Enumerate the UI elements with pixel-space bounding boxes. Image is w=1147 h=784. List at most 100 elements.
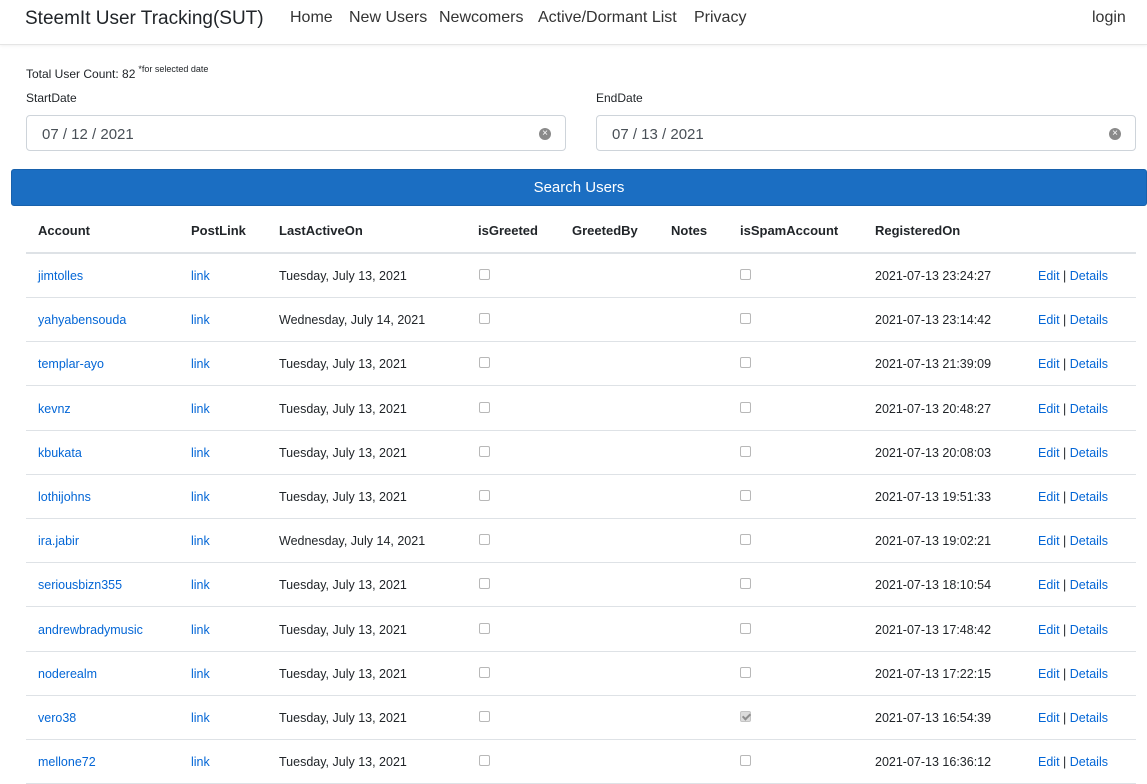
edit-link[interactable]: Edit (1038, 446, 1060, 460)
is-spam-checkbox[interactable] (740, 313, 751, 324)
edit-link[interactable]: Edit (1038, 667, 1060, 681)
account-link[interactable]: seriousbizn355 (38, 578, 122, 592)
action-divider: | (1063, 711, 1067, 725)
action-divider: | (1063, 755, 1067, 769)
details-link[interactable]: Details (1070, 313, 1108, 327)
edit-link[interactable]: Edit (1038, 402, 1060, 416)
last-active-date: Tuesday, July 13, 2021 (279, 711, 407, 725)
edit-link[interactable]: Edit (1038, 534, 1060, 548)
clear-icon[interactable]: × (1109, 128, 1121, 140)
is-greeted-checkbox[interactable] (479, 446, 490, 457)
post-link[interactable]: link (191, 313, 210, 327)
column-header-isgreeted: isGreeted (478, 223, 538, 238)
post-link[interactable]: link (191, 490, 210, 504)
is-greeted-checkbox[interactable] (479, 313, 490, 324)
account-link[interactable]: kbukata (38, 446, 82, 460)
details-link[interactable]: Details (1070, 269, 1108, 283)
is-greeted-checkbox[interactable] (479, 534, 490, 545)
account-link[interactable]: mellone72 (38, 755, 96, 769)
is-greeted-checkbox[interactable] (479, 490, 490, 501)
post-link[interactable]: link (191, 402, 210, 416)
account-link[interactable]: ira.jabir (38, 534, 79, 548)
is-spam-checkbox[interactable] (740, 446, 751, 457)
table-row: andrewbradymusic link Tuesday, July 13, 20… (26, 608, 1136, 652)
post-link[interactable]: link (191, 446, 210, 460)
is-spam-checkbox[interactable] (740, 578, 751, 589)
post-link[interactable]: link (191, 755, 210, 769)
edit-link[interactable]: Edit (1038, 490, 1060, 504)
is-spam-checkbox[interactable] (740, 357, 751, 368)
details-link[interactable]: Details (1070, 490, 1108, 504)
row-actions: Edit | Details (1038, 357, 1108, 371)
nav-home-link[interactable]: Home (290, 9, 333, 27)
is-spam-checkbox[interactable] (740, 667, 751, 678)
is-greeted-checkbox[interactable] (479, 623, 490, 634)
account-link[interactable]: kevnz (38, 402, 71, 416)
is-spam-checkbox[interactable] (740, 755, 751, 766)
post-link[interactable]: link (191, 357, 210, 371)
post-link[interactable]: link (191, 623, 210, 637)
edit-link[interactable]: Edit (1038, 623, 1060, 637)
is-greeted-checkbox[interactable] (479, 578, 490, 589)
is-spam-checkbox[interactable] (740, 711, 751, 722)
is-greeted-checkbox[interactable] (479, 667, 490, 678)
action-divider: | (1063, 578, 1067, 592)
edit-link[interactable]: Edit (1038, 313, 1060, 327)
search-users-button[interactable]: Search Users (11, 169, 1147, 206)
is-spam-checkbox[interactable] (740, 269, 751, 280)
registered-on-date: 2021-07-13 21:39:09 (875, 357, 992, 371)
edit-link[interactable]: Edit (1038, 755, 1060, 769)
edit-link[interactable]: Edit (1038, 578, 1060, 592)
details-link[interactable]: Details (1070, 357, 1108, 371)
nav-active-dormant-link[interactable]: Active/Dormant List (538, 9, 677, 27)
row-actions: Edit | Details (1038, 755, 1108, 769)
edit-link[interactable]: Edit (1038, 711, 1060, 725)
details-link[interactable]: Details (1070, 446, 1108, 460)
end-date-input[interactable]: 07 / 13 / 2021 × (596, 115, 1136, 151)
user-count-text: Total User Count: 82 (26, 67, 136, 81)
brand-title[interactable]: SteemIt User Tracking(SUT) (25, 8, 264, 30)
is-spam-checkbox[interactable] (740, 623, 751, 634)
is-greeted-checkbox[interactable] (479, 711, 490, 722)
is-greeted-checkbox[interactable] (479, 755, 490, 766)
account-link[interactable]: lothijohns (38, 490, 91, 504)
account-link[interactable]: vero38 (38, 711, 76, 725)
is-greeted-checkbox[interactable] (479, 269, 490, 280)
table-row: kbukata link Tuesday, July 13, 2021 2021-07… (26, 431, 1136, 475)
action-divider: | (1063, 623, 1067, 637)
action-divider: | (1063, 402, 1067, 416)
account-link[interactable]: noderealm (38, 667, 97, 681)
account-link[interactable]: templar-ayo (38, 357, 104, 371)
clear-icon[interactable]: × (539, 128, 551, 140)
details-link[interactable]: Details (1070, 667, 1108, 681)
is-greeted-checkbox[interactable] (479, 402, 490, 413)
account-link[interactable]: jimtolles (38, 269, 83, 283)
details-link[interactable]: Details (1070, 711, 1108, 725)
registered-on-date: 2021-07-13 20:08:03 (875, 446, 992, 460)
details-link[interactable]: Details (1070, 578, 1108, 592)
account-link[interactable]: yahyabensouda (38, 313, 126, 327)
start-date-input[interactable]: 07 / 12 / 2021 × (26, 115, 566, 151)
nav-newcomers-link[interactable]: Newcomers (439, 9, 523, 27)
edit-link[interactable]: Edit (1038, 357, 1060, 371)
nav-new-users-link[interactable]: New Users (349, 9, 427, 27)
details-link[interactable]: Details (1070, 755, 1108, 769)
edit-link[interactable]: Edit (1038, 269, 1060, 283)
post-link[interactable]: link (191, 269, 210, 283)
details-link[interactable]: Details (1070, 402, 1108, 416)
post-link[interactable]: link (191, 534, 210, 548)
post-link[interactable]: link (191, 711, 210, 725)
details-link[interactable]: Details (1070, 623, 1108, 637)
registered-on-date: 2021-07-13 16:36:12 (875, 755, 992, 769)
account-link[interactable]: andrewbradymusic (38, 623, 143, 637)
is-spam-checkbox[interactable] (740, 534, 751, 545)
nav-privacy-link[interactable]: Privacy (694, 9, 746, 27)
start-date-value: 07 / 12 / 2021 (42, 126, 134, 143)
is-spam-checkbox[interactable] (740, 490, 751, 501)
details-link[interactable]: Details (1070, 534, 1108, 548)
is-spam-checkbox[interactable] (740, 402, 751, 413)
login-link[interactable]: login (1092, 9, 1126, 27)
is-greeted-checkbox[interactable] (479, 357, 490, 368)
post-link[interactable]: link (191, 578, 210, 592)
post-link[interactable]: link (191, 667, 210, 681)
